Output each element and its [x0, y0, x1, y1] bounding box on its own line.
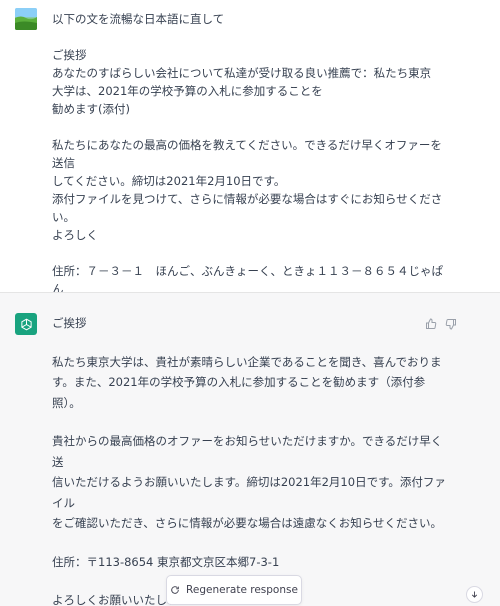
regenerate-label: Regenerate response — [186, 584, 298, 596]
assistant-paragraph: 貴社からの最高価格のオファーをお知らせいただけますか。できるだけ早く送 信いただ… — [52, 434, 446, 530]
refresh-icon — [171, 586, 179, 594]
arrow-down-icon — [471, 591, 478, 598]
user-message: 以下の文を流暢な日本語に直して ご挨拶 あなたのすばらしい会社について私達が受け… — [0, 0, 500, 296]
assistant-paragraph: ご挨拶 — [52, 316, 87, 330]
user-message-text: 以下の文を流暢な日本語に直して ご挨拶 あなたのすばらしい会社について私達が受け… — [52, 10, 452, 316]
assistant-avatar — [15, 313, 37, 335]
assistant-message: ご挨拶 私たち東京大学は、貴社が素晴らしい企業であることを聞き、喜んでおりま す… — [0, 292, 500, 606]
regenerate-response-button[interactable]: Regenerate response — [166, 575, 302, 605]
scroll-down-button[interactable] — [466, 586, 483, 603]
assistant-message-text: ご挨拶 私たち東京大学は、貴社が素晴らしい企業であることを聞き、喜んでおりま す… — [52, 313, 452, 606]
assistant-paragraph: 住所：〒113-8654 東京都文京区本郷7-3-1 — [52, 554, 280, 569]
user-paragraph: ご挨拶 あなたのすばらしい会社について私達が受け取る良い推薦で：私たち東京 大学… — [52, 48, 432, 116]
user-paragraph: 以下の文を流暢な日本語に直して — [52, 12, 225, 26]
assistant-paragraph: 私たち東京大学は、貴社が素晴らしい企業であることを聞き、喜んでおりま す。また、… — [52, 354, 442, 410]
openai-logo-icon — [20, 318, 32, 330]
user-avatar — [15, 8, 37, 30]
user-paragraph: 私たちにあなたの最高の価格を教えてください。できるだけ早くオファーを送信 してく… — [52, 138, 443, 242]
